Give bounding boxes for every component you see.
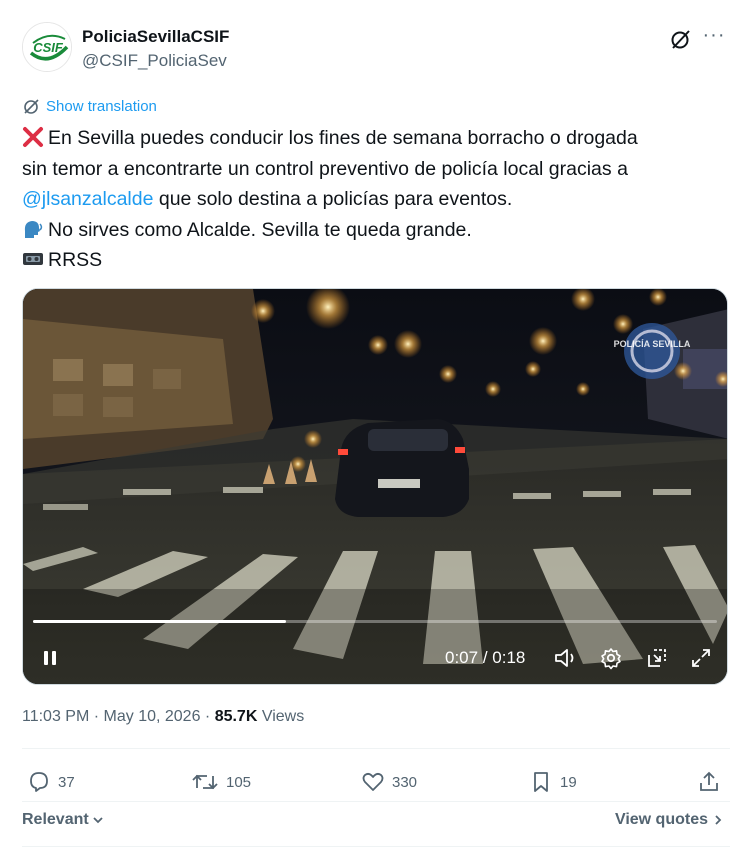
divider — [22, 846, 730, 847]
tweet-line-3-text: que solo destina a policías para eventos… — [153, 188, 513, 210]
reply-button[interactable]: 37 — [26, 768, 75, 796]
bookmark-icon — [534, 772, 548, 792]
tweet-line-5-text: RRSS — [48, 249, 103, 271]
grok-icon[interactable] — [668, 26, 694, 52]
chevron-right-icon — [715, 815, 722, 825]
tweet-line-3: @jlsanzalcalde que solo destina a policí… — [22, 184, 722, 215]
settings-icon[interactable] — [599, 646, 623, 670]
share-button[interactable] — [696, 768, 722, 796]
bookmark-button[interactable]: 19 — [528, 768, 577, 796]
tweet-line-1-text: En Sevilla puedes conducir los fines de … — [48, 127, 638, 149]
tweet-time[interactable]: 11:03 PM — [22, 708, 89, 725]
pause-icon[interactable] — [39, 646, 61, 670]
tweet-line-5: RRSS — [22, 245, 722, 276]
view-quotes-label: View quotes — [614, 811, 708, 828]
video-frame: POLICÍA SEVILLA — [23, 289, 727, 684]
tweet-date[interactable]: May 10, 2026 — [104, 708, 201, 725]
relevant-label: Relevant — [22, 811, 89, 828]
view-quotes-link[interactable]: View quotes — [615, 811, 724, 829]
video-progress-bar[interactable] — [33, 620, 717, 623]
tweet-line-4-text: No sirves como Alcalde. Sevilla te queda… — [48, 218, 472, 241]
fullscreen-icon[interactable] — [689, 646, 713, 670]
video-player[interactable]: POLICÍA SEVILLA 0:07 / 0:18 — [22, 288, 728, 685]
pip-icon[interactable] — [645, 646, 669, 670]
tweet-line-4: No sirves como Alcalde. Sevilla te queda… — [22, 215, 722, 246]
videocassette-emoji — [23, 253, 43, 265]
more-options-icon[interactable]: ··· — [700, 24, 728, 52]
avatar-text: CSIF — [33, 40, 64, 55]
views-count: 85.7K — [214, 708, 258, 725]
video-duration: 0:18 — [492, 648, 526, 667]
show-translation-button[interactable]: Show translation — [22, 96, 157, 116]
views-label: Views — [257, 708, 305, 725]
mention-link[interactable]: @jlsanzalcalde — [22, 188, 153, 210]
avatar[interactable]: CSIF — [22, 22, 72, 72]
bookmark-count: 19 — [560, 773, 577, 791]
watermark-text: POLICÍA SEVILLA — [614, 339, 691, 349]
grok-translate-icon — [24, 99, 39, 114]
tweet-line-2: sin temor a encontrarte un control preve… — [22, 157, 628, 180]
reply-icon — [30, 772, 48, 792]
divider — [22, 748, 730, 749]
relevant-dropdown[interactable]: Relevant — [22, 811, 105, 829]
repost-icon — [192, 774, 218, 790]
author-name[interactable]: PoliciaSevillaCSIF — [82, 27, 229, 47]
speaking-head-emoji — [24, 220, 43, 238]
tweet-text: En Sevilla puedes conducir los fines de … — [22, 123, 722, 276]
author-handle[interactable]: @CSIF_PoliciaSev — [82, 51, 227, 71]
volume-icon[interactable] — [553, 646, 579, 670]
reply-count: 37 — [58, 773, 75, 791]
action-bar: 37 105 330 19 — [22, 768, 724, 796]
tweet-line-1: En Sevilla puedes conducir los fines de … — [22, 123, 722, 154]
divider — [22, 801, 730, 802]
tweet-meta: 11:03 PM · May 10, 2026 · 85.7K Views — [22, 708, 305, 725]
like-button[interactable]: 330 — [360, 768, 417, 796]
video-progress-fill — [33, 620, 287, 623]
repost-count: 105 — [226, 773, 252, 791]
csif-logo: CSIF — [23, 23, 71, 71]
show-translation-label: Show translation — [46, 97, 157, 115]
video-time: 0:07 / 0:18 — [445, 648, 526, 667]
chevron-down-icon — [93, 817, 103, 824]
tweet-header: CSIF PoliciaSevillaCSIF @CSIF_PoliciaSev… — [22, 22, 730, 78]
cross-mark-emoji — [23, 127, 43, 147]
repost-button[interactable]: 105 — [190, 768, 251, 796]
video-current-time: 0:07 — [445, 648, 479, 667]
share-icon — [700, 771, 718, 791]
like-count: 330 — [392, 773, 418, 791]
heart-icon — [362, 772, 384, 791]
